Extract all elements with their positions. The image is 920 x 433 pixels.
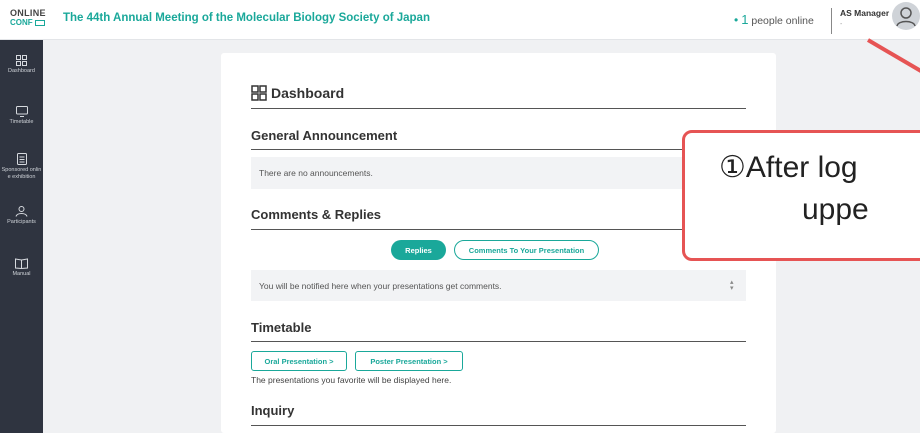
online-count: 1 — [741, 12, 749, 27]
inquiry-title: Inquiry — [251, 403, 295, 418]
user-avatar-icon — [896, 7, 916, 27]
dashboard-icon — [16, 55, 27, 66]
monitor-icon — [15, 106, 28, 117]
sidebar-item-timetable[interactable]: Timetable — [0, 106, 43, 126]
divider — [251, 229, 746, 230]
sidebar-item-sponsored-exhibition[interactable]: Sponsored onlin e exhibition — [0, 153, 43, 180]
scroll-stepper-icon[interactable]: ▴ ▾ — [730, 279, 734, 292]
tab-replies[interactable]: Replies — [391, 240, 446, 260]
comments-title: Comments & Replies — [251, 207, 382, 222]
callout-line1: ①After log — [719, 151, 858, 184]
people-icon — [15, 206, 28, 217]
document-icon — [16, 153, 27, 165]
book-icon — [15, 258, 28, 269]
online-label: people online — [751, 15, 814, 27]
user-subtitle: - — [840, 21, 843, 28]
comments-notice-box: You will be notified here when your pres… — [251, 270, 746, 301]
tutorial-callout: ①After log uppe — [682, 130, 920, 261]
divider — [251, 341, 746, 342]
user-name[interactable]: AS Manager — [840, 8, 889, 18]
announcement-empty-text: There are no announcements. — [259, 168, 373, 178]
callout-line2: uppe — [802, 193, 869, 226]
favorite-note: The presentations you favorite will be d… — [251, 375, 452, 385]
announcement-title: General Announcement — [251, 128, 398, 143]
divider — [251, 149, 746, 150]
conference-title[interactable]: The 44th Annual Meeting of the Molecular… — [63, 12, 430, 24]
online-conf-logo[interactable]: ONLINE CONF — [10, 8, 48, 32]
timetable-title: Timetable — [251, 320, 312, 335]
sidebar-item-dashboard[interactable]: Dashboard — [0, 55, 43, 75]
page-title-text: Dashboard — [271, 85, 345, 101]
callout-arrow-icon — [866, 38, 920, 73]
sidebar-item-label: Participants — [7, 219, 36, 225]
top-header: ONLINE CONF The 44th Annual Meeting of t… — [0, 0, 920, 40]
sidebar-item-label: Manual — [12, 271, 31, 277]
dashboard-icon — [251, 85, 267, 101]
avatar[interactable] — [892, 2, 920, 30]
poster-presentation-button[interactable]: Poster Presentation > — [355, 351, 463, 371]
sidebar-item-label: Sponsored onlin e exhibition — [1, 167, 42, 180]
oral-presentation-button[interactable]: Oral Presentation > — [251, 351, 347, 371]
online-dot-icon: • — [734, 13, 739, 27]
comments-notice-text: You will be notified here when your pres… — [259, 280, 502, 291]
logo-line2: CONF — [10, 18, 48, 28]
sidebar-item-label: Timetable — [9, 119, 34, 125]
announcement-box: There are no announcements. — [251, 157, 746, 189]
sidebar-item-label: Dashboard — [8, 68, 35, 74]
user-divider — [831, 8, 832, 34]
divider — [251, 425, 746, 426]
page-title: Dashboard — [251, 85, 344, 101]
tab-comments-to-your-presentation[interactable]: Comments To Your Presentation — [454, 240, 599, 260]
divider — [251, 108, 746, 109]
sidebar-item-participants[interactable]: Participants — [0, 206, 43, 226]
sidebar: Dashboard Timetable Sponsored onlin e ex… — [0, 40, 43, 433]
online-status: • 1 people online — [734, 12, 814, 27]
logo-line1: ONLINE — [10, 8, 46, 18]
sidebar-item-manual[interactable]: Manual — [0, 258, 43, 278]
